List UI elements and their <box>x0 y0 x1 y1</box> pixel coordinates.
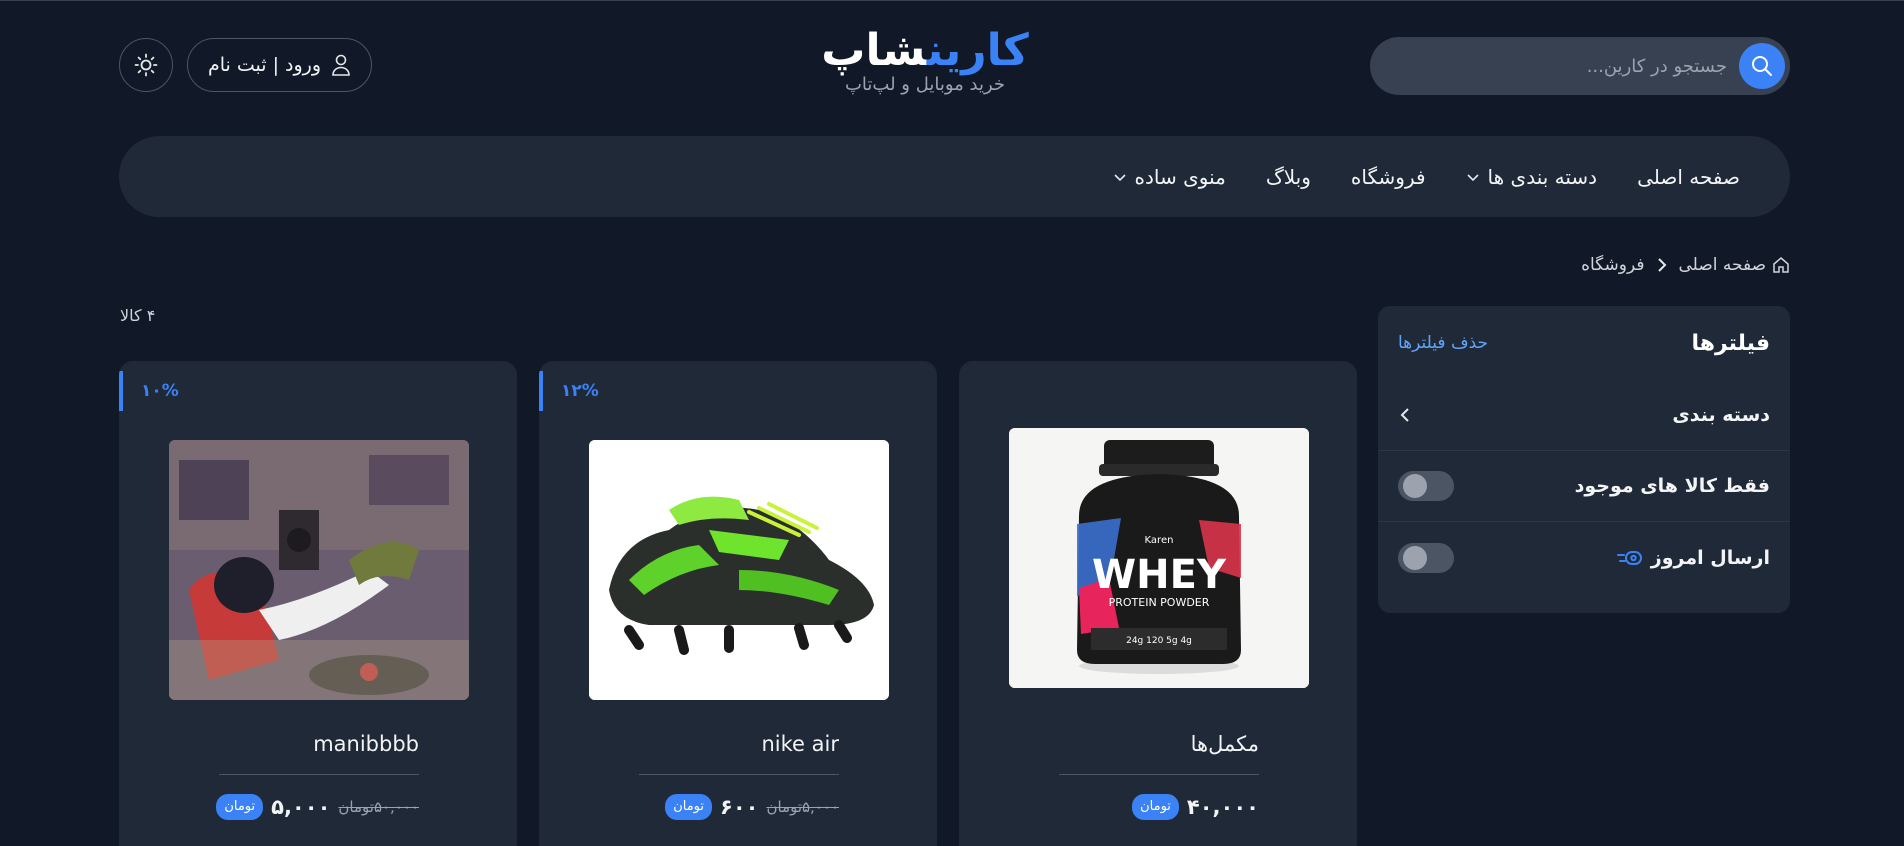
product-name[interactable]: nike air <box>639 732 840 756</box>
breadcrumb-home-label: صفحه اصلی <box>1678 255 1766 275</box>
filter-category[interactable]: دسته بندی <box>1378 380 1790 451</box>
price-row: ۵,۰۰۰تومان ۶۰۰ تومان <box>639 794 839 820</box>
breadcrumb-home[interactable]: صفحه اصلی <box>1679 255 1790 275</box>
clear-filters-link[interactable]: حذف فیلترها <box>1398 333 1488 353</box>
search-icon <box>1752 56 1772 76</box>
chevron-left-icon <box>1400 408 1409 422</box>
product-card[interactable]: ۱۲% nike air ۵,۰۰۰تومان ۶۰۰ تومان <box>539 361 937 846</box>
nav-item-label: دسته بندی ها <box>1487 164 1598 189</box>
filters-header: فیلترها حذف فیلترها <box>1378 306 1790 380</box>
svg-text:PROTEIN POWDER: PROTEIN POWDER <box>1109 596 1210 609</box>
search-input[interactable] <box>1397 55 1727 77</box>
discount-badge: ۱۲% <box>539 371 609 411</box>
protein-jar-image: Karen WHEY PROTEIN POWDER 24g 120 5g 4g <box>1009 428 1309 688</box>
product-image[interactable] <box>169 440 469 700</box>
nav-item-simple-menu[interactable]: منوی ساده <box>1113 165 1226 189</box>
divider <box>1059 774 1259 775</box>
home-icon <box>1773 257 1789 273</box>
product-name[interactable]: manibbbb <box>219 732 419 756</box>
lofi-room-image <box>169 440 469 700</box>
product-price: ۶۰۰ <box>720 795 759 819</box>
nav-item-blog[interactable]: وبلاگ <box>1266 165 1311 189</box>
product-price: ۵,۰۰۰ <box>271 795 331 819</box>
chevron-down-icon <box>1466 173 1479 181</box>
nav-item-label: صفحه اصلی <box>1637 164 1740 189</box>
chevron-left-icon <box>1657 258 1666 272</box>
logo[interactable]: کارینشاپ خرید موبایل و لپ‌تاپ <box>800 26 1050 96</box>
divider <box>639 774 839 775</box>
product-price: ۴۰,۰۰۰ <box>1186 795 1259 819</box>
product-image[interactable]: Karen WHEY PROTEIN POWDER 24g 120 5g 4g <box>1009 428 1309 688</box>
price-row: ۵۰,۰۰۰تومان ۵,۰۰۰ تومان <box>216 794 419 820</box>
product-image[interactable] <box>589 440 889 700</box>
price-row: ۴۰,۰۰۰ تومان <box>1059 794 1259 820</box>
filter-in-stock: فقط کالا های موجود <box>1378 451 1790 522</box>
product-name[interactable]: مکمل‌ها <box>1059 732 1259 756</box>
logo-brand-blue: کارین <box>926 25 1030 76</box>
filter-today-shipping: ارسال امروز <box>1378 522 1790 593</box>
svg-text:WHEY: WHEY <box>1092 552 1227 598</box>
nav-item-label: فروشگاه <box>1350 164 1426 189</box>
breadcrumb-current: فروشگاه <box>1581 255 1645 275</box>
login-register-button[interactable]: ورود | ثبت نام <box>187 38 372 92</box>
old-price: ۵,۰۰۰تومان <box>766 798 839 816</box>
sun-icon <box>134 53 158 77</box>
nav-item-categories[interactable]: دسته بندی ها <box>1466 164 1598 189</box>
nav-item-label: منوی ساده <box>1134 164 1226 189</box>
filter-category-label: دسته بندی <box>1672 404 1770 426</box>
search-button[interactable] <box>1739 43 1785 89</box>
product-card[interactable]: Karen WHEY PROTEIN POWDER 24g 120 5g 4g … <box>959 361 1357 846</box>
chevron-down-icon <box>1113 173 1126 181</box>
user-icon <box>332 54 350 76</box>
currency-badge: تومان <box>216 794 264 820</box>
nav-item-shop[interactable]: فروشگاه <box>1351 165 1426 189</box>
football-boot-image <box>589 440 889 700</box>
filters-title: فیلترها <box>1691 330 1770 356</box>
nav-item-label: وبلاگ <box>1265 164 1311 189</box>
filter-in-stock-label: فقط کالا های موجود <box>1574 475 1770 497</box>
filter-today-shipping-label: ارسال امروز <box>1616 546 1770 569</box>
filter-today-shipping-text: ارسال امروز <box>1650 546 1770 569</box>
logo-subtitle: خرید موبایل و لپ‌تاپ <box>844 74 1006 95</box>
today-shipping-toggle[interactable] <box>1398 542 1454 573</box>
old-price: ۵۰,۰۰۰تومان <box>338 798 419 816</box>
theme-toggle-button[interactable] <box>119 38 173 92</box>
fast-delivery-icon <box>1616 550 1642 565</box>
in-stock-toggle[interactable] <box>1398 471 1454 501</box>
currency-badge: تومان <box>665 794 712 820</box>
divider <box>219 774 419 775</box>
currency-badge: تومان <box>1132 794 1179 820</box>
breadcrumb: صفحه اصلی فروشگاه <box>1581 255 1790 275</box>
top-border <box>0 0 1904 1</box>
toggle-knob <box>1403 474 1427 498</box>
search-bar[interactable] <box>1370 37 1790 95</box>
results-count: ۴ کالا <box>120 306 156 325</box>
filters-panel: فیلترها حذف فیلترها دسته بندی فقط کالا ه… <box>1378 306 1790 613</box>
discount-badge: ۱۰% <box>119 371 189 411</box>
toggle-knob <box>1403 545 1427 570</box>
product-card[interactable]: ۱۰% manibbbb ۵۰,۰۰۰تومان ۵,۰۰۰ تومان <box>119 361 517 846</box>
svg-text:24g 120 5g 4g: 24g 120 5g 4g <box>1126 636 1192 646</box>
svg-text:Karen: Karen <box>1145 535 1174 546</box>
nav-item-home[interactable]: صفحه اصلی <box>1637 165 1740 189</box>
main-nav: صفحه اصلی دسته بندی ها فروشگاه وبلاگ منو… <box>119 136 1790 217</box>
logo-title: کارینشاپ <box>800 26 1050 76</box>
logo-brand-white: شاپ <box>821 25 928 76</box>
login-register-label: ورود | ثبت نام <box>207 54 322 76</box>
